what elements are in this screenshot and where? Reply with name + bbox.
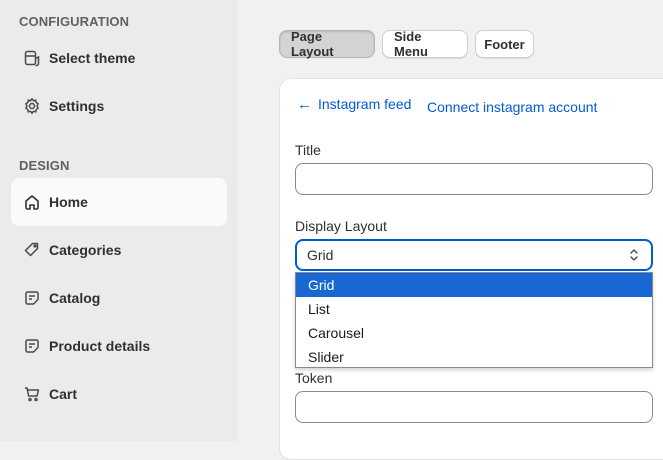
- option-slider[interactable]: Slider: [296, 345, 652, 369]
- back-link[interactable]: ← Instagram feed: [297, 96, 411, 112]
- option-grid[interactable]: Grid: [296, 273, 652, 297]
- sidebar-item-label: Settings: [49, 98, 105, 114]
- token-label: Token: [295, 370, 333, 386]
- token-input[interactable]: [295, 391, 653, 423]
- theme-icon: [23, 49, 41, 67]
- connect-instagram-link[interactable]: Connect instagram account: [427, 99, 597, 115]
- tab-page-layout[interactable]: Page Layout: [279, 29, 375, 59]
- sidebar-item-label: Categories: [49, 242, 122, 258]
- option-carousel[interactable]: Carousel: [296, 321, 652, 345]
- sidebar-item-label: Cart: [49, 386, 78, 402]
- sidebar-item-label: Home: [49, 194, 88, 210]
- sidebar-item-label: Select theme: [49, 50, 136, 66]
- tab-side-menu[interactable]: Side Menu: [382, 29, 468, 59]
- catalog-icon: [23, 289, 41, 307]
- select-chevron-icon: [629, 246, 639, 264]
- sidebar-item-categories[interactable]: Categories: [11, 226, 227, 274]
- sidebar-item-cart[interactable]: Cart: [11, 370, 227, 418]
- sidebar-item-label: Product details: [49, 338, 151, 354]
- arrow-left-icon: ←: [297, 95, 312, 113]
- title-input[interactable]: [295, 163, 653, 195]
- sidebar-item-product-details[interactable]: Product details: [11, 322, 227, 370]
- tag-icon: [23, 241, 41, 259]
- sidebar: CONFIGURATION Select theme Settings DESI…: [0, 0, 238, 441]
- cart-icon: [23, 385, 41, 403]
- display-layout-select[interactable]: Grid: [295, 239, 653, 271]
- sidebar-item-settings[interactable]: Settings: [11, 82, 227, 130]
- sidebar-item-catalog[interactable]: Catalog: [11, 274, 227, 322]
- display-layout-dropdown: Grid List Carousel Slider: [295, 272, 653, 368]
- sidebar-item-home[interactable]: Home: [11, 178, 227, 226]
- design-heading: DESIGN: [19, 158, 70, 173]
- gear-icon: [23, 97, 41, 115]
- tab-footer[interactable]: Footer: [475, 30, 534, 58]
- back-link-label: Instagram feed: [318, 96, 412, 112]
- display-layout-label: Display Layout: [295, 218, 387, 234]
- sidebar-item-label: Catalog: [49, 290, 101, 306]
- title-label: Title: [295, 142, 321, 158]
- product-icon: [23, 337, 41, 355]
- sidebar-item-select-theme[interactable]: Select theme: [11, 34, 227, 82]
- option-list[interactable]: List: [296, 297, 652, 321]
- configuration-heading: CONFIGURATION: [19, 14, 130, 29]
- layout-tabs: Page Layout Side Menu Footer: [279, 29, 534, 59]
- display-layout-value: Grid: [307, 247, 334, 263]
- home-icon: [23, 193, 41, 211]
